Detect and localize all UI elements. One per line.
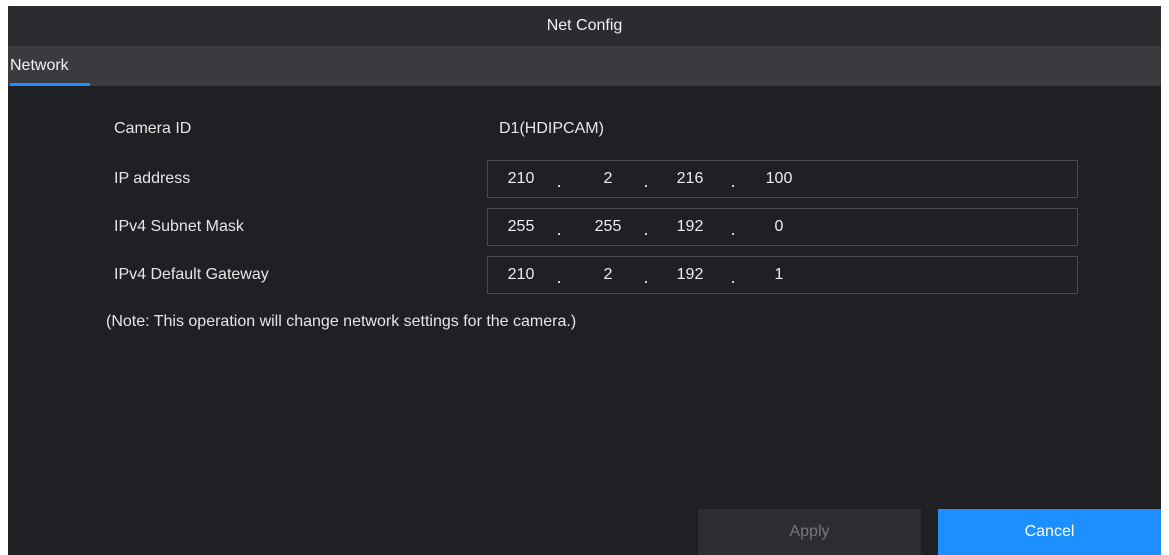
ip-address-octet-3[interactable]: 216 — [670, 161, 710, 197]
network-change-note: (Note: This operation will change networ… — [106, 313, 577, 330]
camera-id-value: D1(HDIPCAM) — [499, 120, 604, 137]
subnet-mask-row: IPv4 Subnet Mask 255 . 255 . 192 . 0 — [8, 208, 1161, 246]
subnet-mask-input[interactable]: 255 . 255 . 192 . 0 — [487, 208, 1078, 246]
ip-address-octet-2[interactable]: 2 — [588, 161, 628, 197]
cancel-button-label: Cancel — [1024, 523, 1075, 540]
subnet-mask-label: IPv4 Subnet Mask — [114, 218, 244, 235]
subnet-mask-octet-1[interactable]: 255 — [501, 209, 541, 245]
cancel-button[interactable]: Cancel — [938, 509, 1161, 555]
ip-separator: . — [730, 266, 736, 287]
default-gateway-input[interactable]: 210 . 2 . 192 . 1 — [487, 256, 1078, 294]
default-gateway-octet-3[interactable]: 192 — [670, 257, 710, 293]
tab-strip: Network — [8, 46, 1161, 86]
default-gateway-octet-2[interactable]: 2 — [588, 257, 628, 293]
dialog-title: Net Config — [546, 17, 623, 34]
ip-separator: . — [556, 218, 562, 239]
default-gateway-label: IPv4 Default Gateway — [114, 266, 269, 283]
ip-address-input[interactable]: 210 . 2 . 216 . 100 — [487, 160, 1078, 198]
network-settings-panel: Camera ID D1(HDIPCAM) IP address 210 . 2… — [8, 86, 1161, 555]
ip-separator: . — [556, 170, 562, 191]
default-gateway-octet-4[interactable]: 1 — [759, 257, 799, 293]
ip-separator: . — [730, 170, 736, 191]
net-config-dialog: Net Config Network Camera ID D1(HDIPCAM)… — [8, 6, 1161, 555]
ip-separator: . — [643, 218, 649, 239]
camera-id-row: Camera ID D1(HDIPCAM) — [8, 110, 1161, 148]
ip-separator: . — [643, 170, 649, 191]
ip-address-row: IP address 210 . 2 . 216 . 100 — [8, 160, 1161, 198]
tab-network-label: Network — [10, 57, 69, 74]
dialog-title-bar: Net Config — [8, 6, 1161, 46]
ip-separator: . — [643, 266, 649, 287]
apply-button[interactable]: Apply — [698, 509, 921, 555]
default-gateway-octet-1[interactable]: 210 — [501, 257, 541, 293]
ip-address-label: IP address — [114, 170, 191, 187]
ip-address-octet-4[interactable]: 100 — [759, 161, 799, 197]
default-gateway-row: IPv4 Default Gateway 210 . 2 . 192 . 1 — [8, 256, 1161, 294]
subnet-mask-octet-4[interactable]: 0 — [759, 209, 799, 245]
ip-separator: . — [730, 218, 736, 239]
tab-network[interactable]: Network — [8, 46, 92, 86]
subnet-mask-octet-3[interactable]: 192 — [670, 209, 710, 245]
ip-separator: . — [556, 266, 562, 287]
apply-button-label: Apply — [789, 523, 830, 540]
ip-address-octet-1[interactable]: 210 — [501, 161, 541, 197]
camera-id-label: Camera ID — [114, 120, 192, 137]
subnet-mask-octet-2[interactable]: 255 — [588, 209, 628, 245]
